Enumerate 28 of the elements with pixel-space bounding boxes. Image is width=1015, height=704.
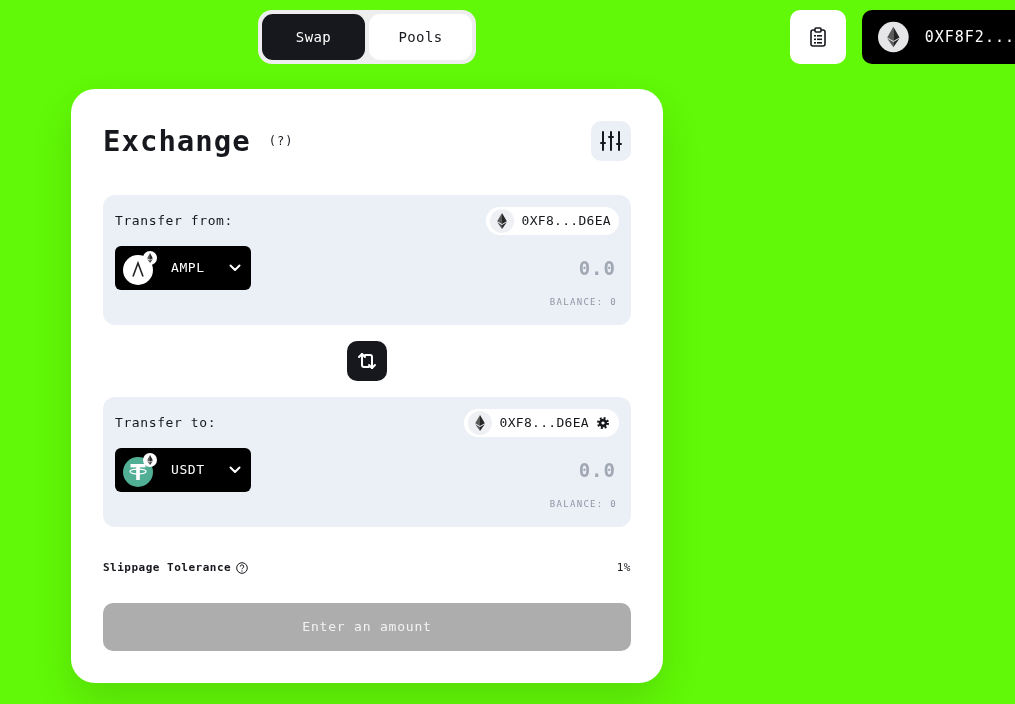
token-select-button[interactable]: AMPL [115, 246, 251, 290]
chevron-down-icon [229, 466, 241, 474]
settings-button[interactable] [591, 121, 631, 161]
lambda-coin-icon [123, 251, 157, 285]
sliders-icon [600, 131, 622, 151]
address-pill[interactable]: 0XF8...D6EA [485, 207, 619, 235]
amount-field[interactable]: 0.0 [399, 455, 619, 485]
card-title: Exchange [103, 126, 251, 156]
clipboard-icon [810, 27, 826, 47]
swap-button[interactable] [347, 341, 387, 381]
balance-text: BALANCE: 0 [549, 296, 618, 308]
token-select-button[interactable]: USDT [115, 448, 251, 492]
tether-coin-icon [123, 453, 157, 487]
amount-field[interactable]: 0.0 [399, 253, 619, 283]
address-pill[interactable]: 0XF8...D6EA [463, 409, 619, 437]
help-circle-icon[interactable] [236, 562, 249, 574]
balance-text: BALANCE: 0 [549, 498, 618, 510]
wallet-button[interactable]: 0XF8F2... [862, 10, 1015, 64]
swap-arrows-icon [357, 351, 377, 371]
chevron-down-icon [229, 264, 241, 272]
help-hint[interactable]: (?) [268, 132, 294, 150]
clipboard-button[interactable] [790, 10, 846, 64]
panel-label: Transfer from: [115, 212, 233, 230]
slippage-value: 1% [616, 559, 631, 576]
tab[interactable]: Swap [262, 14, 365, 60]
slippage-label: Slippage Tolerance [103, 559, 232, 576]
tab[interactable]: Pools [369, 14, 472, 60]
panel-label: Transfer to: [115, 414, 217, 432]
